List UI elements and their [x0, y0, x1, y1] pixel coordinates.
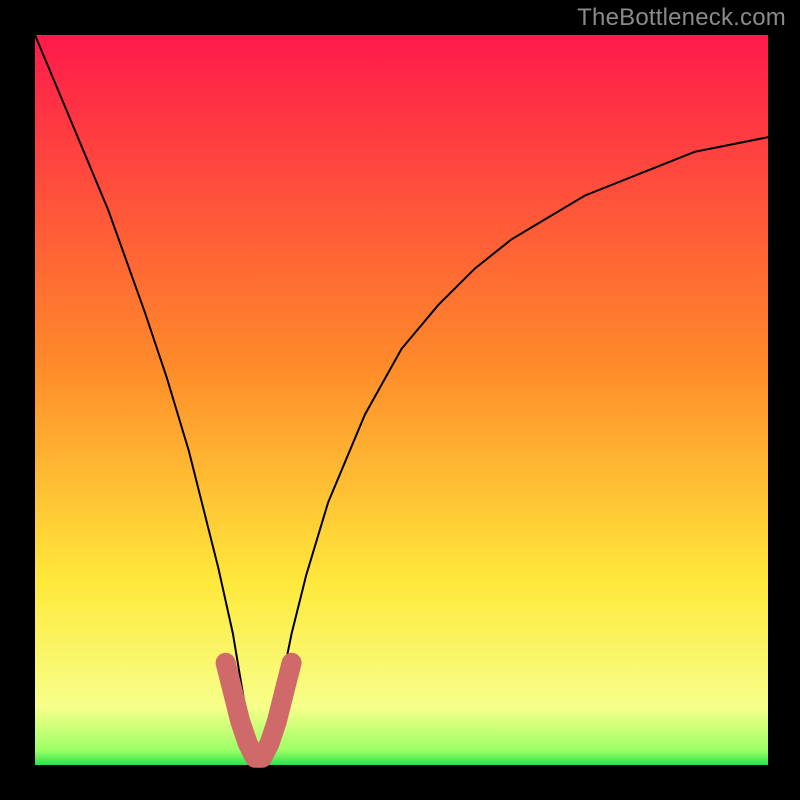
watermark-text: TheBottleneck.com	[577, 4, 786, 32]
chart-gradient-background	[35, 35, 768, 765]
chart-root: TheBottleneck.com	[0, 0, 800, 800]
chart-svg	[0, 0, 800, 800]
